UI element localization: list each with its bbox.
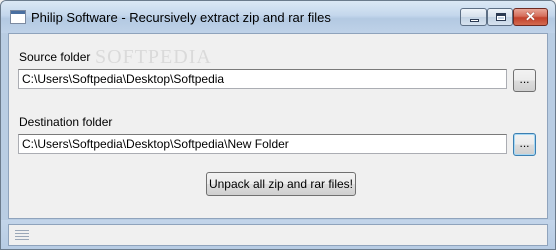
close-button[interactable]: ✕ <box>513 8 548 26</box>
window-title: Philip Software - Recursively extract zi… <box>31 10 331 25</box>
resize-grip-icon[interactable] <box>15 230 29 240</box>
unpack-button[interactable]: Unpack all zip and rar files! <box>206 172 356 196</box>
main-panel: SOFTPEDIA Source folder C:\Users\Softped… <box>8 33 548 219</box>
status-bar <box>8 224 548 246</box>
window-bottom-frame <box>1 220 555 249</box>
maximize-button[interactable] <box>487 8 513 26</box>
destination-folder-label: Destination folder <box>19 115 113 129</box>
destination-folder-input[interactable]: C:\Users\Softpedia\Desktop\Softpedia\New… <box>18 134 507 154</box>
source-folder-input[interactable]: C:\Users\Softpedia\Desktop\Softpedia <box>18 69 507 89</box>
watermark: SOFTPEDIA <box>95 46 212 68</box>
minimize-button[interactable] <box>460 8 487 26</box>
source-folder-label: Source folder <box>19 50 91 64</box>
app-window-icon[interactable] <box>10 10 26 24</box>
minimize-icon <box>470 19 479 22</box>
close-icon: ✕ <box>525 9 536 24</box>
source-browse-button[interactable]: ... <box>513 69 536 92</box>
app-window: Philip Software - Recursively extract zi… <box>0 0 556 250</box>
destination-browse-button[interactable]: ... <box>513 133 536 156</box>
title-bar[interactable]: Philip Software - Recursively extract zi… <box>1 1 555 33</box>
maximize-icon <box>496 13 506 21</box>
